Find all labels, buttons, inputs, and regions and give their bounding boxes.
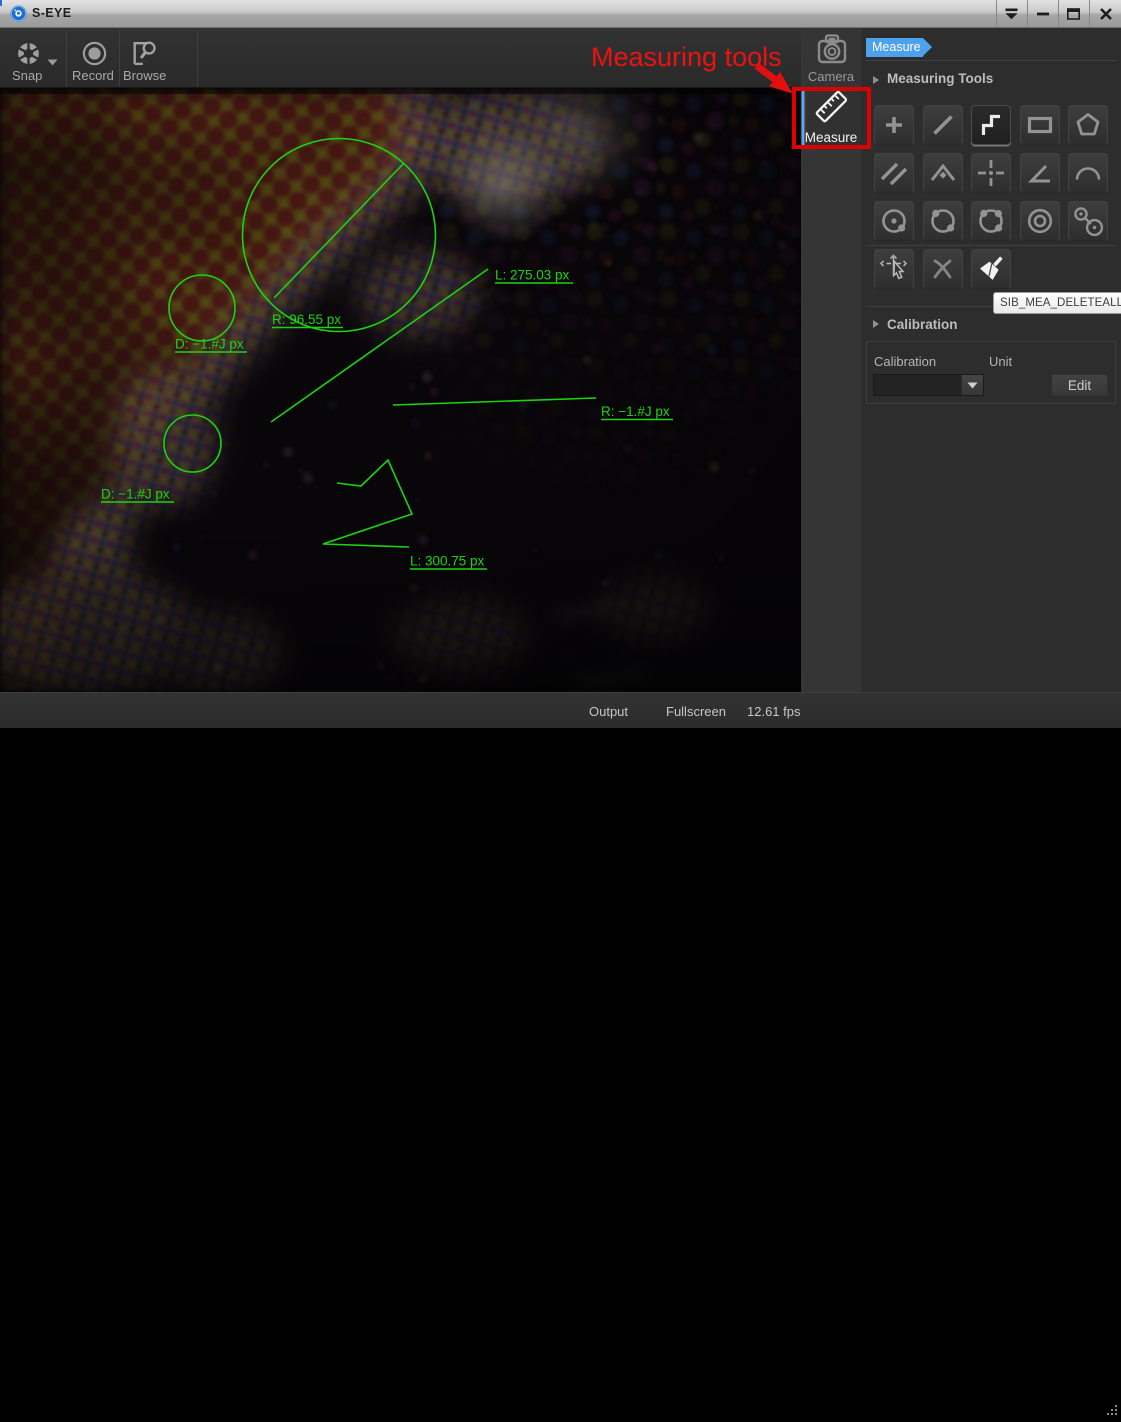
svg-text:D: −1.#J px: D: −1.#J px [101,487,170,502]
svg-text:D: −1.#J px: D: −1.#J px [175,337,244,352]
svg-text:L: 300.75 px: L: 300.75 px [410,554,485,569]
svg-text:R: −1.#J px: R: −1.#J px [601,404,670,419]
svg-text:R: 96.55 px: R: 96.55 px [272,312,341,327]
svg-text:L: 275.03 px: L: 275.03 px [495,268,570,283]
